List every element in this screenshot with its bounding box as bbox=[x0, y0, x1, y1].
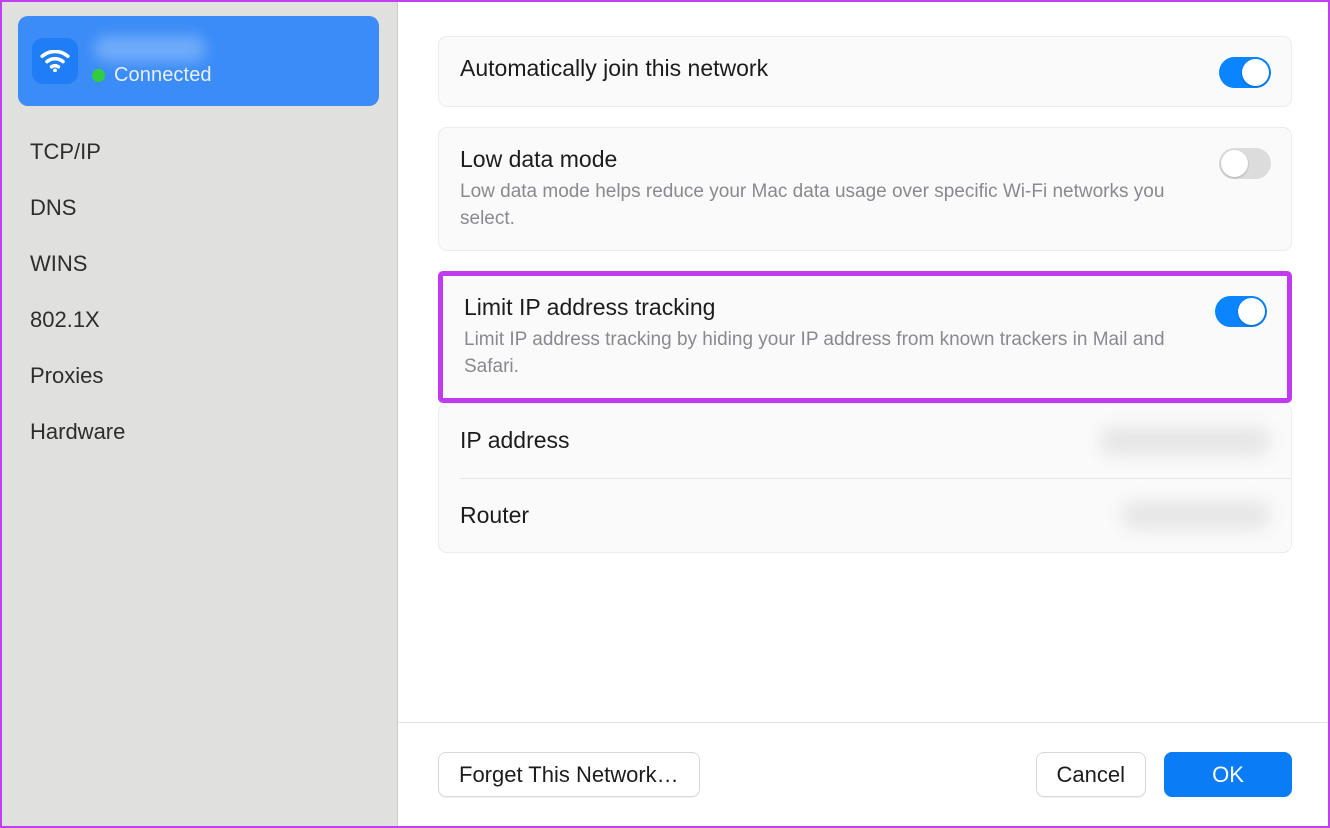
router-value-redacted bbox=[1121, 500, 1271, 531]
auto-join-text: Automatically join this network bbox=[460, 55, 1219, 81]
network-settings-window: Connected TCP/IP DNS WINS 802.1X Proxies… bbox=[0, 0, 1330, 828]
low-data-mode-text: Low data mode Low data mode helps reduce… bbox=[460, 146, 1219, 232]
low-data-mode-label: Low data mode bbox=[460, 146, 618, 172]
limit-ip-tracking-card: Limit IP address tracking Limit IP addre… bbox=[443, 275, 1287, 398]
ip-address-row: IP address bbox=[439, 404, 1291, 478]
router-label: Router bbox=[460, 501, 530, 528]
status-dot-icon bbox=[92, 68, 105, 82]
connection-status-label: Connected bbox=[114, 63, 212, 86]
sidebar-item-8021x[interactable]: 802.1X bbox=[2, 292, 397, 348]
status-badge: Connected bbox=[92, 64, 365, 87]
sidebar-item-tcpip[interactable]: TCP/IP bbox=[2, 124, 397, 180]
ip-address-value-redacted bbox=[1099, 425, 1271, 456]
low-data-mode-row: Low data mode Low data mode helps reduce… bbox=[439, 128, 1291, 250]
auto-join-label: Automatically join this network bbox=[460, 55, 769, 81]
sidebar-item-label: WINS bbox=[30, 251, 88, 276]
ok-button[interactable]: OK bbox=[1164, 752, 1292, 797]
limit-ip-tracking-label: Limit IP address tracking bbox=[464, 293, 716, 320]
main-panel: Automatically join this network Low data… bbox=[398, 2, 1328, 826]
low-data-mode-card: Low data mode Low data mode helps reduce… bbox=[438, 127, 1292, 251]
cancel-button[interactable]: Cancel bbox=[1035, 752, 1146, 797]
footer-actions: Cancel OK bbox=[1035, 752, 1292, 797]
ip-address-label: IP address bbox=[460, 427, 570, 454]
sidebar-item-current-network[interactable]: Connected bbox=[18, 16, 379, 106]
toggle-knob bbox=[1221, 150, 1248, 177]
auto-join-toggle[interactable] bbox=[1219, 57, 1271, 88]
network-text-block: Connected bbox=[92, 33, 365, 89]
limit-ip-tracking-row: Limit IP address tracking Limit IP addre… bbox=[443, 276, 1287, 398]
toggle-knob bbox=[1238, 297, 1265, 325]
limit-ip-tracking-text: Limit IP address tracking Limit IP addre… bbox=[464, 294, 1215, 380]
auto-join-card: Automatically join this network bbox=[438, 36, 1292, 107]
network-info-card: IP address Router bbox=[438, 402, 1292, 553]
sidebar: Connected TCP/IP DNS WINS 802.1X Proxies… bbox=[2, 2, 398, 826]
sidebar-item-label: Hardware bbox=[30, 419, 126, 444]
sidebar-nav-list: TCP/IP DNS WINS 802.1X Proxies Hardware bbox=[2, 124, 397, 460]
sidebar-item-wins[interactable]: WINS bbox=[2, 236, 397, 292]
sidebar-item-proxies[interactable]: Proxies bbox=[2, 348, 397, 404]
toggle-knob bbox=[1242, 59, 1269, 86]
sidebar-item-label: TCP/IP bbox=[30, 139, 101, 164]
forget-network-button[interactable]: Forget This Network… bbox=[438, 752, 700, 797]
ssid-redacted-blur bbox=[94, 35, 206, 62]
settings-content: Automatically join this network Low data… bbox=[398, 2, 1328, 722]
router-row: Router bbox=[460, 477, 1291, 552]
auto-join-row: Automatically join this network bbox=[439, 37, 1291, 106]
limit-ip-tracking-highlight: Limit IP address tracking Limit IP addre… bbox=[438, 270, 1292, 403]
wifi-icon bbox=[32, 38, 78, 84]
sidebar-item-dns[interactable]: DNS bbox=[2, 180, 397, 236]
sidebar-item-label: DNS bbox=[30, 195, 77, 220]
low-data-mode-description: Low data mode helps reduce your Mac data… bbox=[460, 181, 1165, 229]
limit-ip-tracking-description: Limit IP address tracking by hiding your… bbox=[464, 329, 1165, 377]
sidebar-item-hardware[interactable]: Hardware bbox=[2, 404, 397, 460]
low-data-mode-toggle[interactable] bbox=[1219, 148, 1271, 179]
limit-ip-tracking-toggle[interactable] bbox=[1215, 295, 1267, 327]
sidebar-item-label: Proxies bbox=[30, 363, 104, 388]
dialog-footer: Forget This Network… Cancel OK bbox=[398, 722, 1328, 826]
sidebar-item-label: 802.1X bbox=[30, 307, 100, 332]
